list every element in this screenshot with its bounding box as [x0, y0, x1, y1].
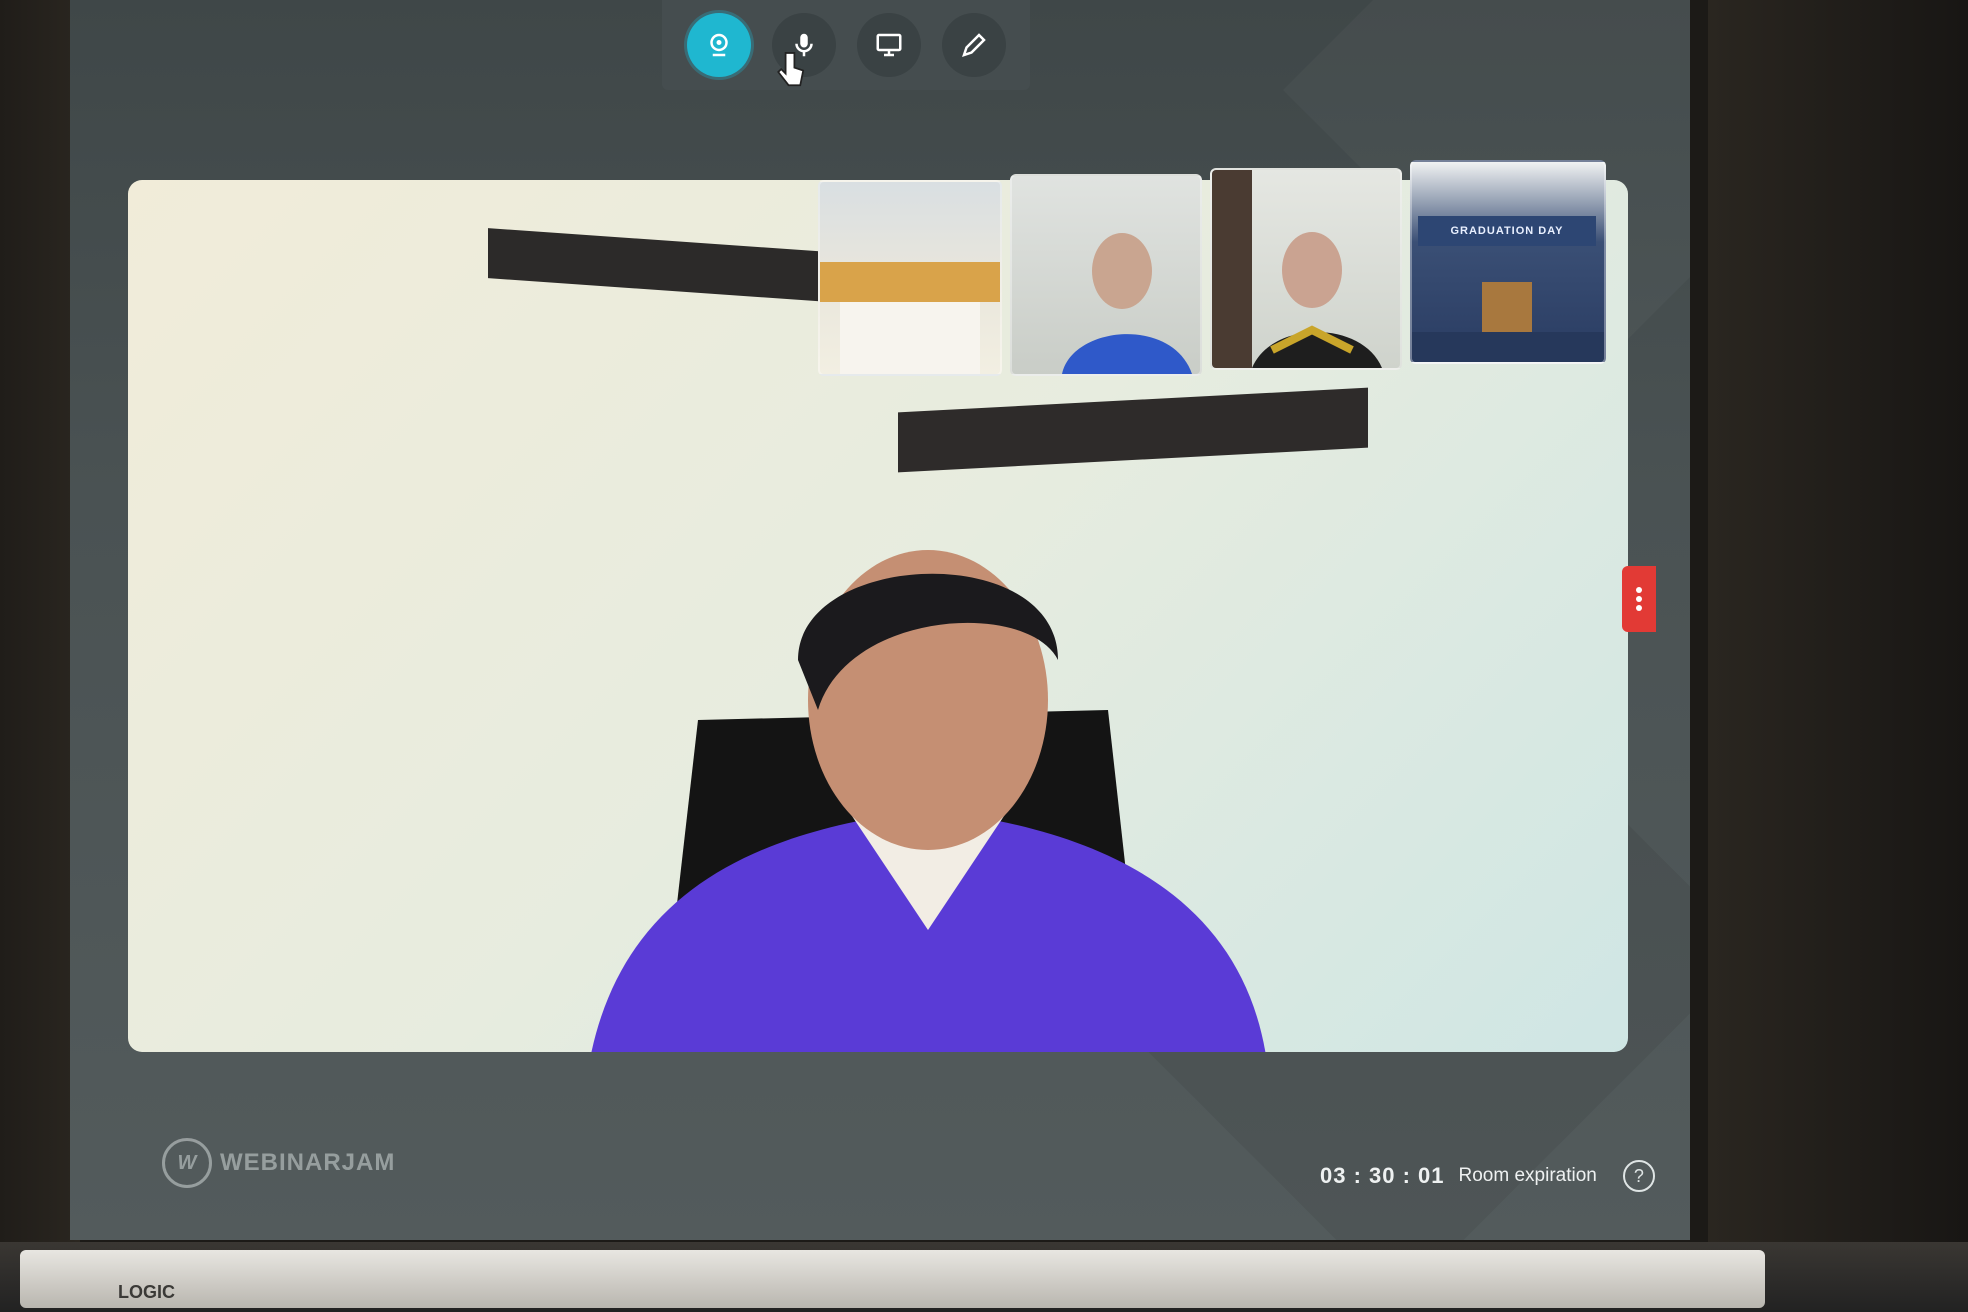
- webcam-icon: [709, 33, 728, 57]
- participant-video: [1412, 282, 1604, 362]
- participant-thumbnail-1[interactable]: [818, 180, 1002, 376]
- media-toolbar: [662, 0, 1030, 90]
- help-icon[interactable]: ?: [1622, 1160, 1655, 1192]
- speaker-video: [591, 550, 1266, 1052]
- participant-video: [820, 262, 1000, 374]
- webinar-app: GRADUATION DAY W WEBINARJAM 03 : 30 : 01…: [70, 0, 1690, 1240]
- webinarjam-logo-icon: W: [162, 1138, 212, 1188]
- participant-video: [1062, 233, 1192, 374]
- wall-shelf: [898, 387, 1368, 473]
- participant-thumbnail-2[interactable]: [1010, 174, 1202, 376]
- room-timer: 03 : 30 : 01 Room expiration ?: [1320, 1160, 1655, 1192]
- monitor-icon: [876, 33, 901, 57]
- participant-video: [1212, 170, 1382, 368]
- room-wall-left: [0, 0, 80, 1312]
- side-menu-button[interactable]: [1622, 566, 1656, 632]
- room-expiration-label: Room expiration: [1458, 1165, 1597, 1186]
- brand-name: WEBINARJAM: [220, 1149, 396, 1176]
- screen-share-button[interactable]: [856, 13, 921, 77]
- more-vertical-icon: [1636, 587, 1642, 611]
- webcam-button[interactable]: [686, 13, 751, 77]
- monitor-bezel: [20, 1250, 1765, 1308]
- pencil-icon: [961, 33, 986, 57]
- participant-thumbnail-3[interactable]: [1210, 168, 1402, 370]
- room-wall-right: [1708, 0, 1968, 1312]
- hand-cursor-icon: [777, 52, 805, 87]
- graduation-banner: GRADUATION DAY: [1418, 216, 1596, 246]
- participant-thumbnail-4[interactable]: GRADUATION DAY: [1410, 160, 1606, 364]
- brand-logo: W WEBINARJAM: [162, 1138, 395, 1188]
- wall-shelf: [488, 228, 828, 302]
- countdown-timer: 03 : 30 : 01: [1320, 1163, 1445, 1188]
- whiteboard-button[interactable]: [941, 13, 1006, 77]
- monitor-brand-label: LOGIC: [118, 1282, 175, 1302]
